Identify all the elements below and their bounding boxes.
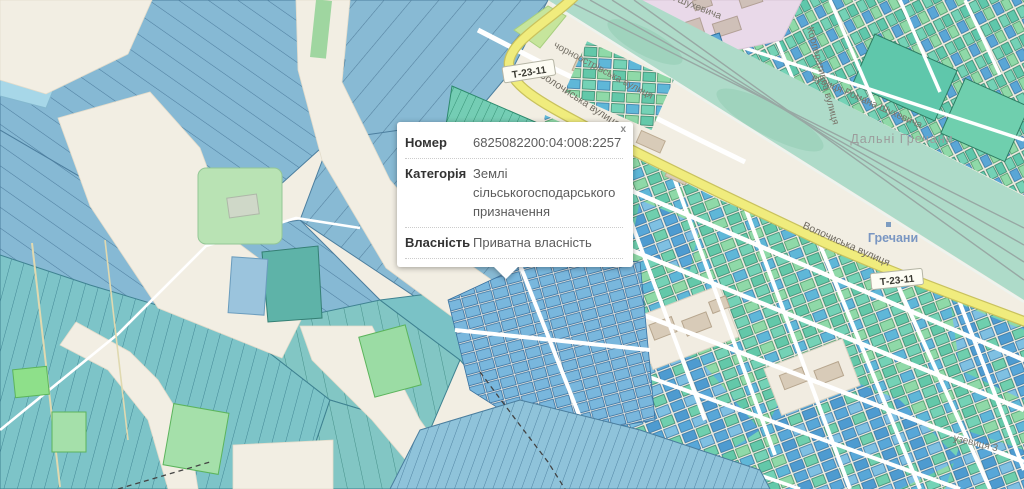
popup-value-number: 6825082200:04:008:2257 — [473, 135, 622, 150]
parcel-info-popup: x Номер 6825082200:04:008:2257 Категорія… — [397, 122, 633, 279]
station-marker — [886, 222, 891, 227]
popup-label-number: Номер — [405, 135, 447, 150]
station-label-hrechany: Гречани — [868, 231, 918, 245]
popup-tail-pointer — [493, 266, 519, 279]
cadastral-map-viewport: Дальні Гречани Гречани чорноострівська в… — [0, 0, 1024, 489]
place-label-dalni-hrechany: Дальні Гречани — [850, 132, 953, 146]
popup-row-ownership: Власність Приватна власність — [405, 228, 623, 259]
popup-value-category: Землі сільськогосподарського призначення — [473, 166, 616, 219]
popup-value-ownership: Приватна власність — [473, 235, 592, 250]
popup-label-ownership: Власність — [405, 235, 471, 250]
popup-row-number: Номер 6825082200:04:008:2257 — [405, 128, 623, 159]
popup-row-category: Категорія Землі сільськогосподарського п… — [405, 159, 623, 228]
popup-close-button[interactable]: x — [620, 125, 626, 135]
popup-label-category: Категорія — [405, 166, 467, 181]
